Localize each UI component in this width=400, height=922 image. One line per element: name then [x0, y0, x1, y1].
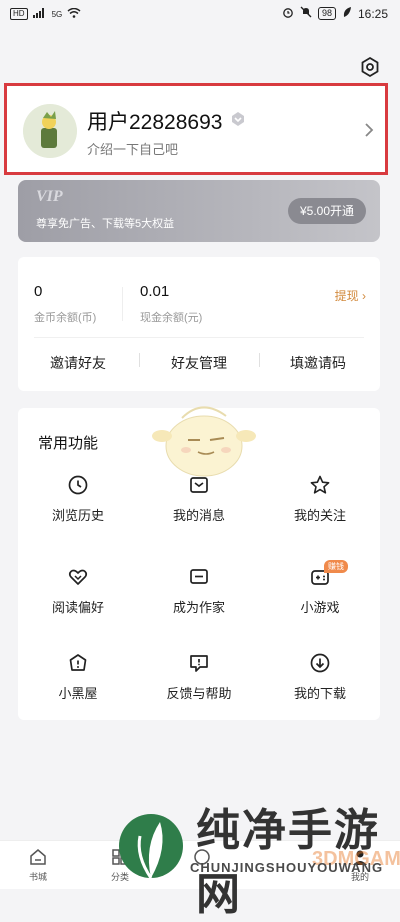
wallet-card: 0 金币余额(币) 0.01 现金余额(元) 提现 › 邀请好友 好友管理 填邀… — [18, 257, 380, 391]
chevron-right-icon — [365, 123, 374, 137]
enter-invite-code-button[interactable]: 填邀请码 — [268, 353, 368, 373]
vip-title: VIP — [36, 188, 63, 205]
manage-friends-button[interactable]: 好友管理 — [149, 353, 249, 373]
common-functions-title: 常用功能 — [38, 435, 99, 452]
my-follows-label: 我的关注 — [293, 508, 346, 523]
mini-games-label: 小游戏 — [300, 600, 340, 615]
divider — [122, 287, 123, 321]
avatar[interactable] — [23, 104, 77, 158]
common-functions-card: 常用功能 浏览历史 我的消息 我的关注 阅读偏好 成为作家 赚钱 小游戏 小黑屋… — [18, 406, 380, 720]
heart-icon — [68, 569, 88, 585]
site-watermark: 纯净手游网 3DMGAME CHUNJINGSHOUYOUWANG — [112, 790, 400, 920]
username: 用户22828693 — [87, 111, 223, 134]
profile-card[interactable]: 用户22828693 介绍一下自己吧 — [4, 83, 388, 175]
reading-preference-label: 阅读偏好 — [51, 600, 104, 615]
status-bar: HD 5G 98 16:25 — [0, 0, 400, 30]
profile-bio: 介绍一下自己吧 — [87, 142, 179, 157]
feedback-icon — [190, 655, 208, 672]
tab-bookstore[interactable]: 书城 — [8, 847, 68, 883]
alarm-icon — [282, 6, 294, 21]
mute-icon — [300, 6, 312, 21]
feedback-help-label: 反馈与帮助 — [166, 686, 232, 701]
gear-icon — [361, 56, 379, 78]
my-follows-item[interactable]: 我的关注 — [270, 474, 370, 524]
tab-bookstore-label: 书城 — [28, 872, 47, 882]
my-messages-item[interactable]: 我的消息 — [149, 474, 249, 524]
cash-balance-value: 0.01 — [140, 283, 170, 300]
wifi-icon — [67, 7, 81, 21]
watermark-logo-icon — [119, 814, 183, 879]
browse-history-item[interactable]: 浏览历史 — [28, 474, 128, 524]
download-icon — [310, 653, 330, 673]
earn-badge: 赚钱 — [324, 560, 348, 573]
battery-indicator: 98 — [317, 7, 336, 20]
message-icon — [190, 477, 208, 493]
blacklist-item[interactable]: 小黑屋 — [28, 652, 128, 702]
network-type: 5G — [51, 9, 63, 19]
hd-indicator: HD — [10, 8, 28, 20]
withdraw-link[interactable]: 提现 › — [335, 287, 366, 304]
clock-time: 16:25 — [357, 6, 388, 21]
home-icon — [30, 849, 46, 865]
house-icon — [69, 654, 87, 671]
vip-open-button[interactable]: ¥5.00开通 — [288, 198, 366, 224]
browse-history-label: 浏览历史 — [51, 508, 104, 523]
star-icon — [310, 475, 330, 494]
reading-preference-item[interactable]: 阅读偏好 — [28, 566, 128, 616]
coin-balance-value: 0 — [34, 283, 43, 300]
invite-friends-button[interactable]: 邀请好友 — [28, 353, 128, 373]
my-downloads-label: 我的下载 — [293, 686, 346, 701]
my-messages-label: 我的消息 — [172, 508, 225, 523]
watermark-subtext: CHUNJINGSHOUYOUWANG — [190, 860, 384, 875]
become-writer-item[interactable]: 成为作家 — [149, 566, 249, 616]
blacklist-label: 小黑屋 — [58, 686, 98, 701]
cash-balance-label: 现金余额(元) — [140, 312, 203, 324]
write-icon — [190, 569, 208, 584]
signal-icon — [32, 7, 47, 21]
mini-games-item[interactable]: 赚钱 小游戏 — [270, 560, 370, 616]
vip-banner[interactable]: VIP 尊享免广告、下载等5大权益 ¥5.00开通 — [18, 180, 380, 242]
mascot-illustration — [152, 406, 256, 477]
divider — [259, 353, 260, 367]
vip-description: 尊享免广告、下载等5大权益 — [36, 218, 175, 230]
vip-crown-icon — [232, 112, 244, 126]
my-downloads-item[interactable]: 我的下载 — [270, 652, 370, 702]
divider — [34, 337, 364, 338]
clock-icon — [68, 475, 88, 495]
feedback-help-item[interactable]: 反馈与帮助 — [149, 652, 249, 702]
settings-button[interactable] — [358, 55, 382, 79]
divider — [139, 353, 140, 367]
become-writer-label: 成为作家 — [172, 600, 225, 615]
coin-balance-label: 金币余额(币) — [34, 312, 97, 324]
leaf-icon — [342, 6, 352, 21]
